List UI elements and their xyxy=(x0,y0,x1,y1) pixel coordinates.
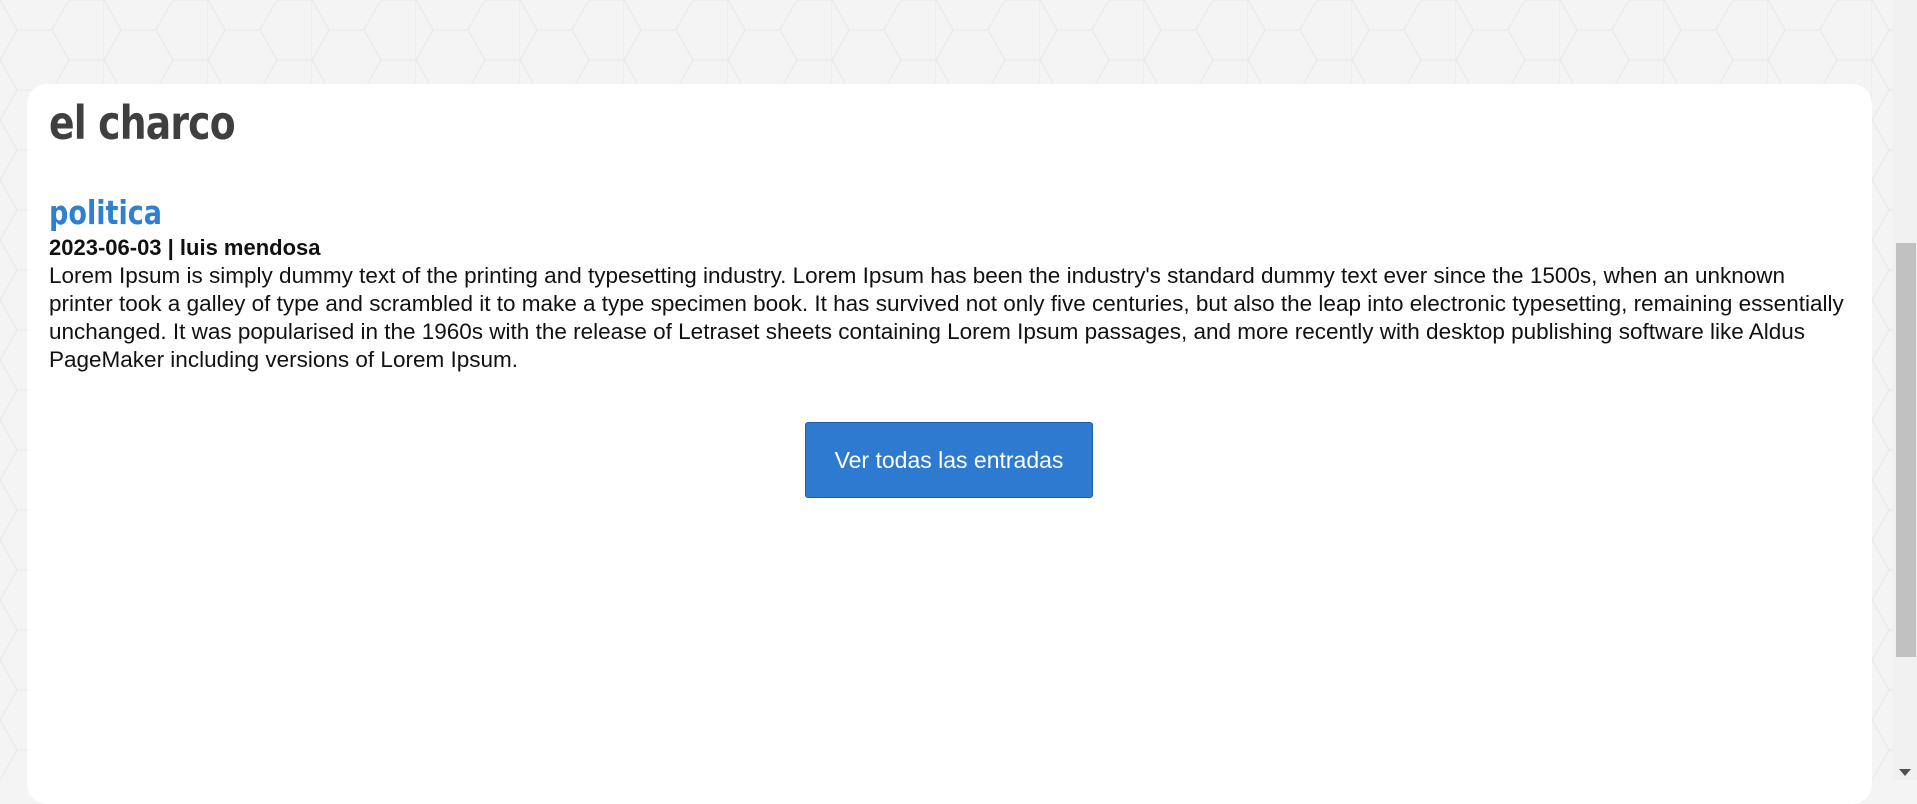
post-entry: politica 2023-06-03 | luis mendosa Lorem… xyxy=(49,196,1849,374)
chevron-down-icon[interactable] xyxy=(1899,769,1911,776)
site-title: el charco xyxy=(49,96,236,150)
post-category[interactable]: politica xyxy=(49,196,1525,230)
post-meta: 2023-06-03 | luis mendosa xyxy=(49,235,321,260)
main-card: el charco politica 2023-06-03 | luis men… xyxy=(27,84,1872,804)
view-all-entries-button[interactable]: Ver todas las entradas xyxy=(805,422,1093,498)
page-scrollbar[interactable] xyxy=(1893,0,1917,780)
scrollbar-thumb[interactable] xyxy=(1896,243,1916,657)
post-body: Lorem Ipsum is simply dummy text of the … xyxy=(49,263,1844,372)
